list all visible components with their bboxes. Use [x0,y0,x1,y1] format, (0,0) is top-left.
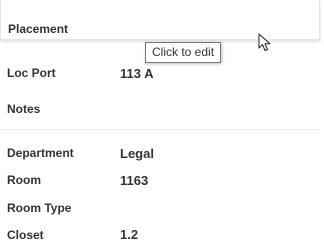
room-value[interactable]: 1163 [120,173,148,188]
loc-port-value[interactable]: 113 A [120,66,154,81]
placement-panel: Placement Click to edit Loc Port 113 A N… [0,0,324,242]
loc-port-label: Loc Port [7,66,56,80]
placement-section-header[interactable]: Placement [0,0,320,40]
click-to-edit-tooltip: Click to edit [145,42,222,63]
room-type-label: Room Type [7,201,72,215]
room-label: Room [7,173,41,187]
closet-value[interactable]: 1.2 [120,227,138,242]
closet-label: Closet [7,228,44,242]
section-title: Placement [8,22,69,36]
mouse-pointer-icon [258,33,271,51]
department-label: Department [7,146,74,160]
department-value[interactable]: Legal [120,146,154,161]
section-divider [0,129,320,130]
notes-label: Notes [7,102,41,116]
